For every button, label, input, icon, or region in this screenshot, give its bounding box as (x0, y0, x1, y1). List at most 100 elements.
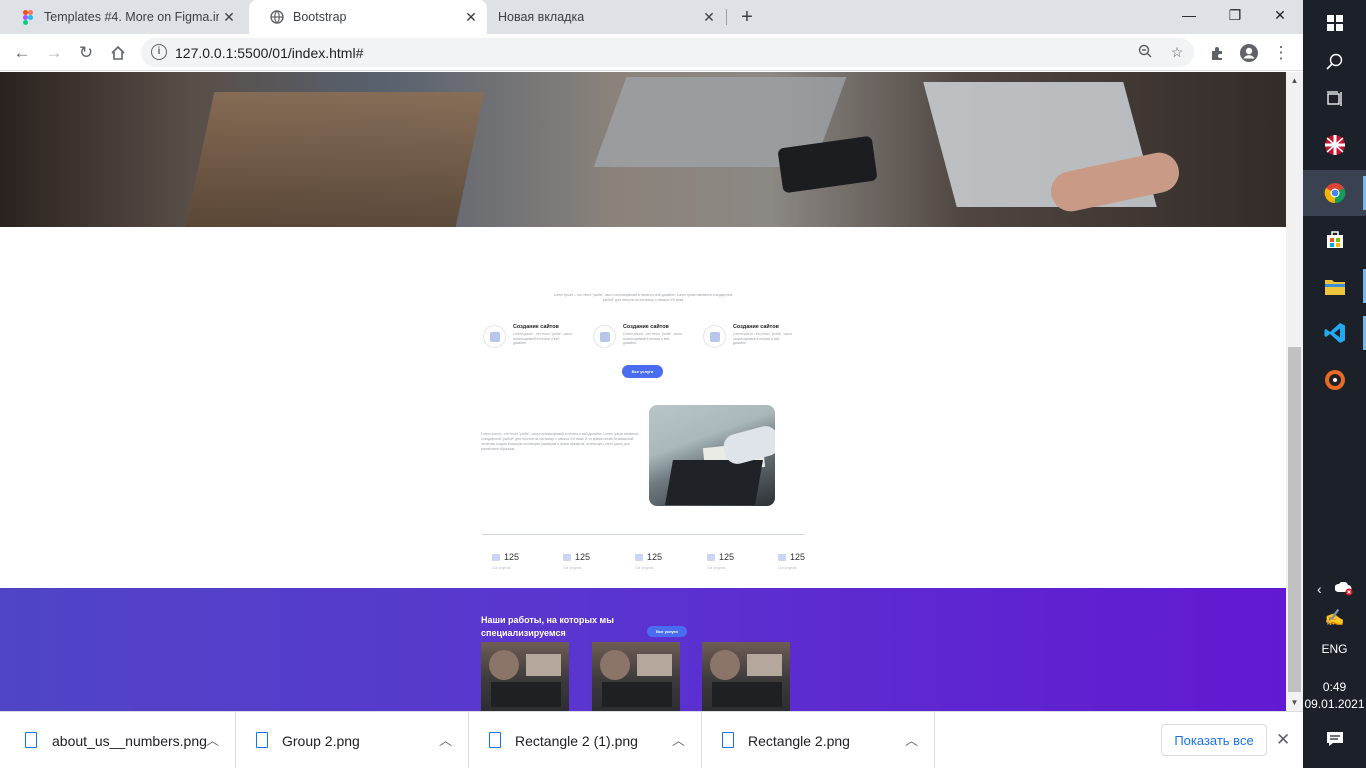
window-close-button[interactable]: ✕ (1257, 0, 1303, 30)
work-thumbnail[interactable] (481, 642, 569, 711)
service-icon (593, 325, 616, 348)
download-filename: Group 2.png (282, 733, 360, 749)
vertical-scrollbar[interactable]: ▲ ▼ (1286, 72, 1303, 711)
clock-date[interactable]: 09.01.2021 (1303, 697, 1366, 711)
zoom-icon[interactable] (1136, 44, 1154, 62)
vscode-icon[interactable] (1303, 310, 1366, 356)
file-explorer-icon[interactable] (1303, 263, 1366, 309)
windows-taskbar: ‹ ✍ ENG 0:49 09.01.2021 (1303, 0, 1366, 768)
download-item[interactable]: Group 2.png ︿ (236, 712, 469, 768)
notifications-icon[interactable] (1303, 716, 1366, 762)
service-item: Создание сайтов Lorem Ipsum - это текст-… (593, 322, 693, 352)
file-icon (722, 732, 734, 748)
stat-label: Our projects (778, 566, 797, 570)
downloads-bar: about_us__numbers.png ︿ Group 2.png ︿ Re… (0, 711, 1303, 768)
works-title: Наши работы, на которых мы специализируе… (481, 615, 614, 638)
stat-icon (635, 554, 643, 561)
about-text: Lorem Ipsum - это текст-"рыба", часто ис… (481, 432, 639, 451)
tab-title: Bootstrap (293, 10, 347, 24)
file-icon (25, 732, 37, 748)
stat-label: Our projects (492, 566, 511, 570)
download-filename: about_us__numbers.png (52, 733, 207, 749)
forward-icon[interactable]: → (41, 40, 67, 66)
tab-templates[interactable]: Templates #4. More on Figma.inf ✕ (0, 0, 245, 34)
app-flag-icon[interactable] (1303, 122, 1366, 168)
service-desc: Lorem Ipsum - это текст-"рыба", часто ис… (733, 332, 793, 345)
reload-icon[interactable]: ↻ (73, 40, 99, 66)
scrollbar-thumb[interactable] (1288, 347, 1301, 692)
about-image (649, 405, 775, 506)
intro-text: Lorem Ipsum – это текст-"рыба", часто ис… (553, 293, 733, 302)
works-all-button[interactable]: Все услуги (647, 626, 687, 637)
back-icon[interactable]: ← (9, 40, 35, 66)
close-icon[interactable]: ✕ (1276, 730, 1290, 750)
stat-item: 125 Our projects (563, 552, 603, 576)
stat-label: Our projects (635, 566, 654, 570)
close-icon[interactable]: ✕ (221, 9, 237, 25)
browser-toolbar: ← → ↻ i 127.0.0.1:5500/01/index.html# ☆ … (0, 34, 1303, 71)
work-thumbnail[interactable] (702, 642, 790, 711)
chevron-up-icon[interactable]: ︿ (672, 730, 685, 749)
stat-label: Our projects (563, 566, 582, 570)
new-tab-button[interactable]: + (737, 7, 757, 27)
stat-icon (492, 554, 500, 561)
tab-bootstrap[interactable]: Bootstrap ✕ (249, 0, 487, 34)
address-bar[interactable]: i 127.0.0.1:5500/01/index.html# ☆ (141, 38, 1194, 67)
download-item[interactable]: Rectangle 2.png ︿ (702, 712, 935, 768)
service-name: Создание сайтов (733, 324, 779, 330)
download-item[interactable]: about_us__numbers.png ︿ (3, 712, 236, 768)
store-icon[interactable] (1303, 216, 1366, 262)
info-icon[interactable]: i (151, 44, 167, 60)
url-text: 127.0.0.1:5500/01/index.html# (175, 45, 364, 61)
scroll-down-icon[interactable]: ▼ (1286, 694, 1303, 711)
tab-title: Templates #4. More on Figma.inf (44, 10, 219, 24)
chrome-icon[interactable] (1303, 170, 1366, 216)
language-indicator[interactable]: ENG (1303, 642, 1366, 656)
service-item: Создание сайтов Lorem Ipsum - это текст-… (483, 322, 583, 352)
tab-title: Новая вкладка (498, 10, 585, 24)
minimize-button[interactable]: — (1166, 0, 1212, 30)
scroll-up-icon[interactable]: ▲ (1286, 72, 1303, 89)
file-icon (489, 732, 501, 748)
stat-item: 125 Our projects (492, 552, 532, 576)
tab-new[interactable]: Новая вкладка ✕ (487, 0, 725, 34)
download-filename: Rectangle 2 (1).png (515, 733, 638, 749)
stat-value: 125 (647, 552, 663, 562)
maximize-button[interactable]: ❐ (1212, 0, 1258, 30)
media-player-icon[interactable] (1303, 357, 1366, 403)
hero-chair (185, 92, 485, 227)
show-all-button[interactable]: Показать все (1161, 724, 1267, 756)
globe-icon (269, 9, 285, 25)
service-item: Создание сайтов Lorem Ipsum - это текст-… (703, 322, 803, 352)
stat-value: 125 (575, 552, 591, 562)
stat-icon (778, 554, 786, 561)
menu-dots-icon[interactable]: ⋮ (1268, 40, 1294, 66)
download-filename: Rectangle 2.png (748, 733, 850, 749)
browser-tab-bar: Templates #4. More on Figma.inf ✕ Bootst… (0, 0, 1303, 34)
close-icon[interactable]: ✕ (463, 9, 479, 25)
page-viewport: Lorem Ipsum – это текст-"рыба", часто ис… (0, 72, 1286, 711)
home-icon[interactable] (105, 40, 131, 66)
service-desc: Lorem Ipsum - это текст-"рыба", часто ис… (513, 332, 573, 345)
clock-time[interactable]: 0:49 (1303, 680, 1366, 694)
file-icon (256, 732, 268, 748)
profile-avatar-icon[interactable] (1236, 40, 1262, 66)
stat-icon (707, 554, 715, 561)
service-icon (703, 325, 726, 348)
close-icon[interactable]: ✕ (701, 9, 717, 25)
work-thumbnail[interactable] (592, 642, 680, 711)
service-name: Создание сайтов (623, 324, 669, 330)
tab-separator (726, 9, 727, 25)
bookmark-star-icon[interactable]: ☆ (1168, 44, 1186, 62)
service-icon (483, 325, 506, 348)
stat-item: 125 Our projects (778, 552, 818, 576)
pen-icon[interactable]: ✍ (1303, 595, 1366, 641)
task-view-icon[interactable] (1303, 76, 1366, 122)
service-name: Создание сайтов (513, 324, 559, 330)
all-services-button[interactable]: Все услуги (622, 365, 663, 378)
download-item[interactable]: Rectangle 2 (1).png ︿ (469, 712, 702, 768)
chevron-up-icon[interactable]: ︿ (439, 730, 452, 749)
chevron-up-icon[interactable]: ︿ (206, 730, 219, 749)
extensions-icon[interactable] (1204, 40, 1230, 66)
chevron-up-icon[interactable]: ︿ (905, 730, 918, 749)
